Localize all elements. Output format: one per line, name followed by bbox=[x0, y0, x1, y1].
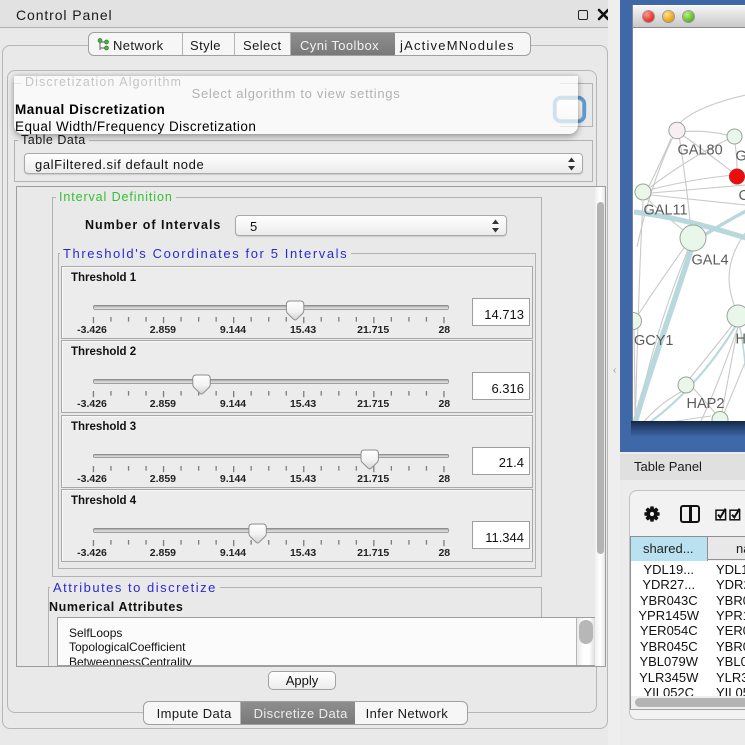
svg-text:GAL80: GAL80 bbox=[678, 143, 723, 159]
svg-text:GAL4: GAL4 bbox=[692, 253, 729, 269]
svg-text:GAL11: GAL11 bbox=[644, 203, 688, 219]
svg-text:GCY1: GCY1 bbox=[634, 333, 674, 349]
svg-text:CY: CY bbox=[739, 188, 745, 204]
svg-text:HAP2: HAP2 bbox=[687, 396, 725, 412]
svg-text:GAL2: GAL2 bbox=[736, 149, 745, 165]
svg-text:HA: HA bbox=[736, 332, 745, 348]
